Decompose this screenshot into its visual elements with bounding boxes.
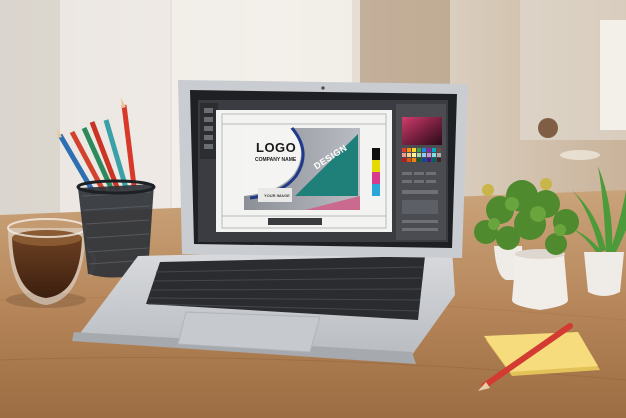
color-swatches (372, 148, 380, 196)
photo-scene: LOGO COMPANY NAME YOUR IMAGE DESIGN (0, 0, 626, 418)
gradient-bar (268, 218, 322, 225)
webcam (321, 86, 325, 90)
color-picker[interactable] (402, 117, 442, 145)
screen-company-name: COMPANY NAME (255, 157, 297, 163)
design-app-screen (198, 100, 448, 242)
background-door (600, 20, 626, 130)
screen-image-placeholder: YOUR IMAGE (264, 193, 290, 198)
background-ornament (538, 118, 558, 138)
scene-illustration (0, 0, 626, 418)
light-spot (560, 150, 600, 160)
curtain-left (0, 0, 60, 230)
screen-logo-title: LOGO (256, 140, 297, 155)
